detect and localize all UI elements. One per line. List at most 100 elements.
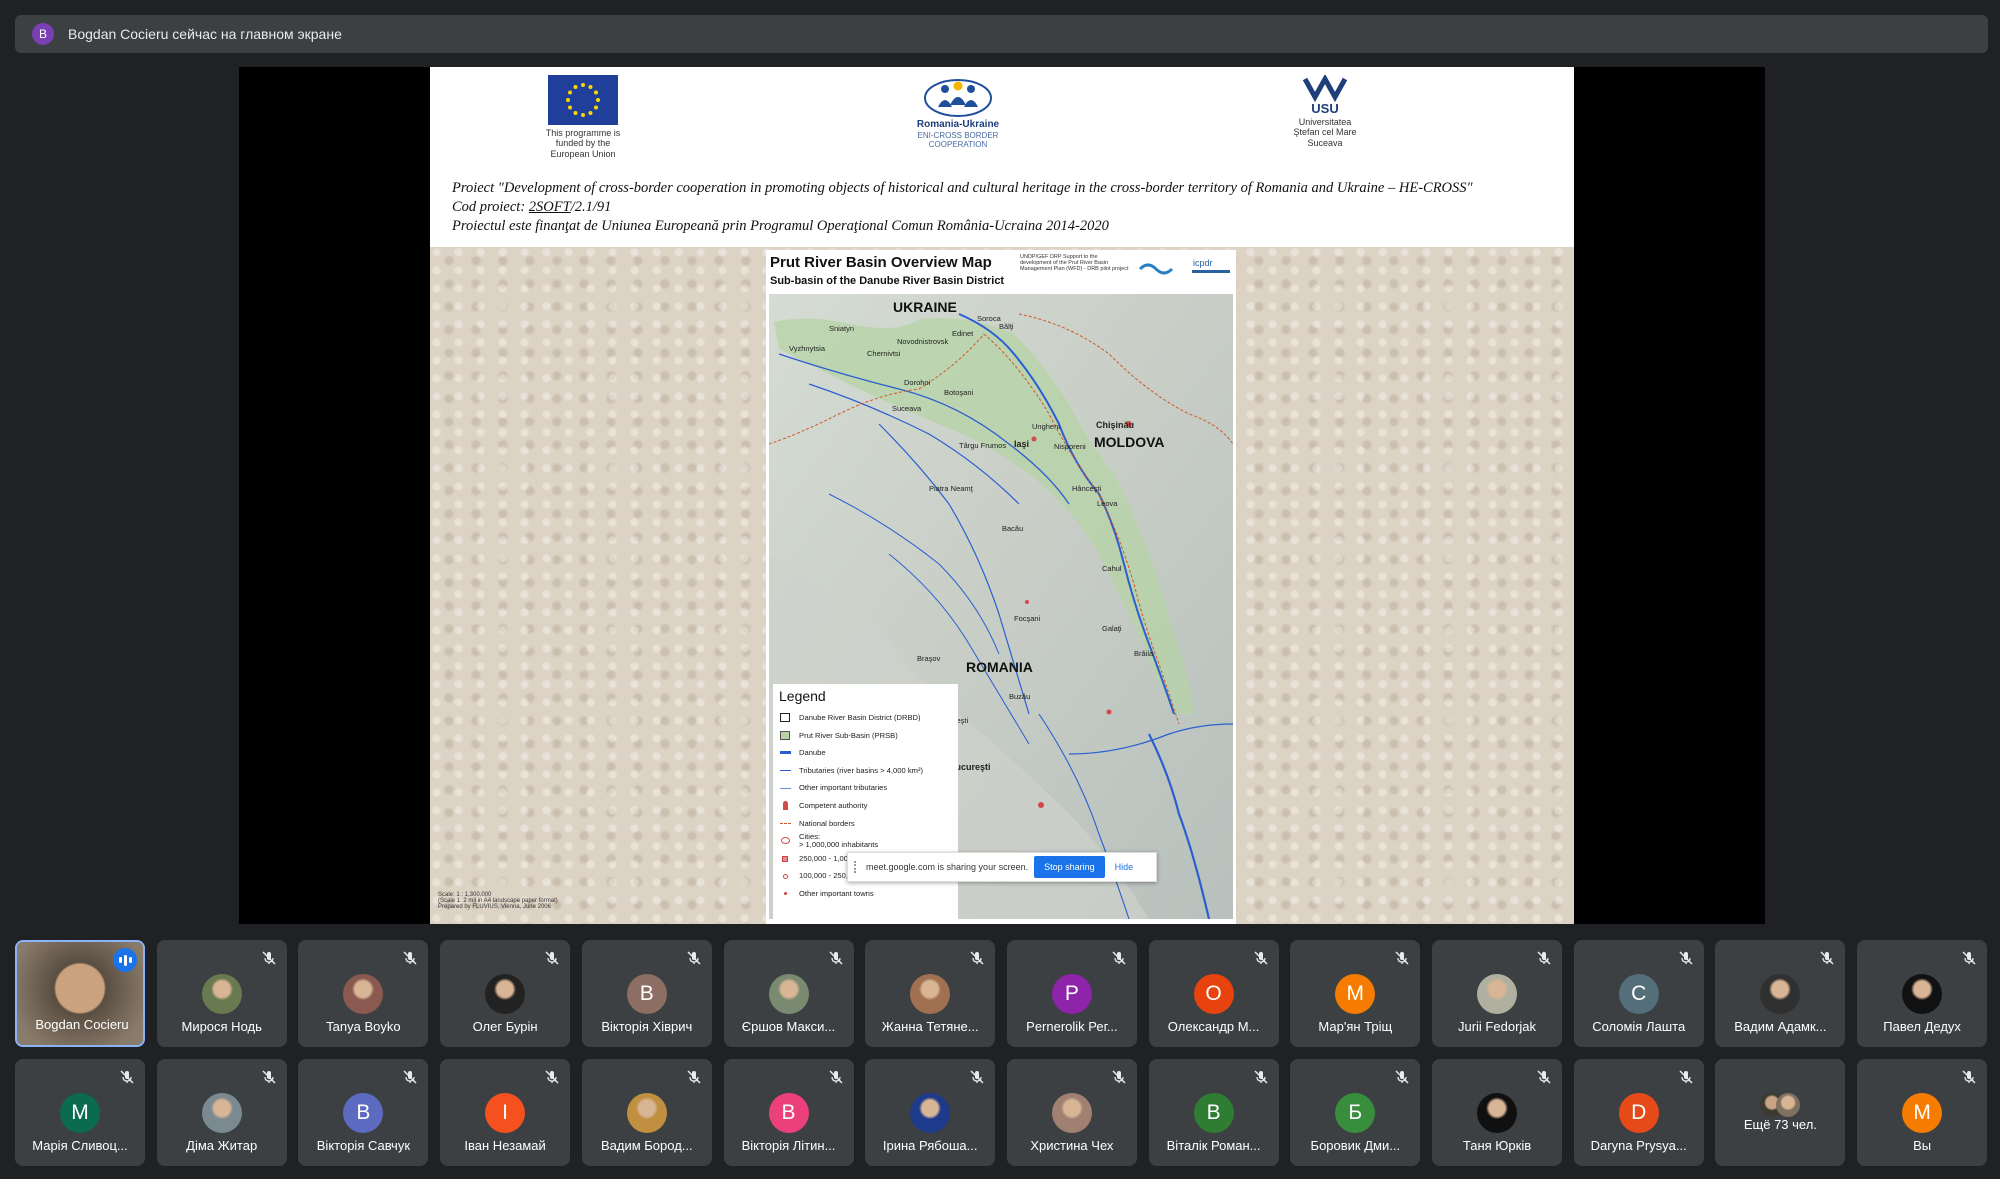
legend-item: Competent authority [779, 797, 952, 815]
legend-symbol-icon [779, 766, 791, 776]
legend-label: Danube [799, 748, 826, 758]
participant-tile[interactable]: Tanya Boyko [298, 940, 429, 1047]
city-label: Târgu Frumos [959, 441, 1007, 450]
participant-tile[interactable]: Жанна Тетяне... [865, 940, 996, 1047]
city-label: Ungheni [1032, 422, 1060, 431]
mic-off-icon [1253, 950, 1269, 966]
participant-tile[interactable]: M Мар'ян Тріщ [1290, 940, 1421, 1047]
participant-tile[interactable]: B Вікторія Літин... [723, 1059, 854, 1166]
participant-tile[interactable]: B Віталік Роман... [1148, 1059, 1279, 1166]
presentation-banner: B Bogdan Cocieru сейчас на главном экран… [15, 15, 1988, 53]
mic-off-icon [969, 1069, 985, 1085]
participant-avatar [1477, 1093, 1517, 1133]
city-label: Nisporeni [1054, 442, 1086, 451]
participant-tile[interactable]: Bogdan Cocieru [15, 940, 145, 1047]
participant-name: Діма Житар [186, 1138, 258, 1153]
project-description: Proiect "Development of cross-border coo… [452, 179, 1562, 236]
participant-avatar: Б [1335, 1093, 1376, 1133]
mic-off-icon [402, 1069, 418, 1085]
participant-name: Мирося Нодь [181, 1019, 262, 1034]
mic-off-icon [686, 950, 702, 966]
participant-tile[interactable]: Таня Юрків [1432, 1059, 1562, 1166]
participant-tile[interactable]: Ірина Рябоша... [865, 1059, 996, 1166]
mic-off-icon [1678, 1069, 1694, 1085]
legend-symbol-icon [779, 801, 791, 811]
city-label: Piatra Neamţ [929, 484, 973, 493]
map-credit: UNDP/GEF DRP Support to the development … [1020, 254, 1129, 273]
participant-avatar: B [343, 1093, 384, 1133]
legend-label: National borders [799, 818, 855, 828]
mic-off-icon [1394, 950, 1410, 966]
stop-sharing-button[interactable]: Stop sharing [1034, 856, 1105, 878]
participant-tile[interactable]: Вадим Адамк... [1715, 940, 1846, 1047]
city-label: Hânceşti [1072, 484, 1102, 493]
ro-ua-people-icon [924, 79, 992, 117]
participant-name: Єршов Макси... [741, 1019, 836, 1034]
presenter-avatar: B [32, 23, 54, 45]
participant-tile[interactable]: Павел Дедух [1857, 940, 1988, 1047]
participant-tile[interactable]: B Вікторія Савчук [298, 1059, 429, 1166]
participant-name: Вы [1913, 1138, 1932, 1153]
participant-avatar: B [768, 1093, 809, 1133]
participant-tile[interactable]: M Марія Сливоц... [15, 1059, 145, 1166]
participant-avatar [201, 974, 242, 1014]
city-label: Sniatyn [829, 324, 855, 333]
participant-tile[interactable]: Єршов Макси... [723, 940, 854, 1047]
mic-off-icon [1111, 1069, 1127, 1085]
legend-item: Danube [779, 744, 952, 762]
participant-name: Боровик Дми... [1310, 1138, 1401, 1153]
map-prepared-by: Prepared by FLUVIUS, Vienna, June 2006 [438, 904, 551, 910]
participant-avatar: O [1193, 974, 1234, 1014]
mic-off-icon [261, 950, 277, 966]
more-participants-tile[interactable]: Ещё 73 чел. [1715, 1059, 1846, 1166]
mic-off-icon [1394, 1069, 1410, 1085]
eu-flag-icon [548, 75, 618, 125]
participant-tile[interactable]: Мирося Нодь [156, 940, 287, 1047]
participant-tile[interactable]: I Іван Незамай [440, 1059, 571, 1166]
participant-tile[interactable]: D Daryna Prysya... [1573, 1059, 1704, 1166]
participant-name: Олег Бурін [472, 1019, 538, 1034]
participant-name: Jurii Fedorjak [1457, 1019, 1537, 1034]
svg-text:icpdr: icpdr [1193, 258, 1213, 268]
prut-basin-map: Prut River Basin Overview Map Sub-basin … [766, 250, 1236, 924]
mic-off-icon [969, 950, 985, 966]
hide-share-bar-button[interactable]: Hide [1111, 858, 1138, 876]
participant-avatar [910, 1093, 951, 1133]
participant-tile[interactable]: O Олександр М... [1148, 940, 1279, 1047]
participant-tile[interactable]: M Вы [1857, 1059, 1988, 1166]
participant-name: Вадим Бород... [600, 1138, 693, 1153]
city-label: Chernivtsi [867, 349, 901, 358]
mic-off-icon [1253, 1069, 1269, 1085]
participant-tile[interactable]: B Вікторія Хіврич [581, 940, 712, 1047]
legend-label: Tributaries (river basins > 4,000 km²) [799, 765, 923, 775]
project-line-3: Proiectul este finanţat de Uniunea Europ… [452, 218, 1109, 234]
participant-name: Ірина Рябоша... [882, 1138, 978, 1153]
participant-name: Pernerolik Рег... [1026, 1019, 1118, 1034]
legend-symbol-icon [779, 889, 791, 899]
participant-name: Олександр М... [1167, 1019, 1260, 1034]
participant-name: Жанна Тетяне... [881, 1019, 979, 1034]
legend-item: National borders [779, 815, 952, 833]
participant-name: Таня Юрків [1462, 1138, 1532, 1153]
ro-ua-title: Romania-Ukraine [916, 119, 1000, 130]
participant-tile[interactable]: Діма Житар [156, 1059, 287, 1166]
participant-avatar: M [1335, 974, 1376, 1014]
drag-grip-icon[interactable] [854, 861, 860, 873]
participant-tile[interactable]: P Pernerolik Рег... [1006, 940, 1137, 1047]
legend-symbol-icon [779, 818, 791, 828]
speaking-indicator-icon [113, 948, 137, 972]
participant-tile[interactable]: Олег Бурін [440, 940, 571, 1047]
participant-name: Вадим Адамк... [1734, 1019, 1827, 1034]
mic-off-icon [402, 950, 418, 966]
country-label-moldova: MOLDOVA [1094, 434, 1165, 450]
participant-tile[interactable]: C Соломія Лашта [1573, 940, 1704, 1047]
participant-tile[interactable]: Вадим Бород... [581, 1059, 712, 1166]
legend-symbol-icon [779, 854, 791, 864]
city-label: Braşov [917, 654, 941, 663]
participant-tile[interactable]: Б Боровик Дми... [1290, 1059, 1421, 1166]
legend-symbol-icon [779, 783, 791, 793]
participant-avatar [343, 974, 384, 1014]
map-legend: Legend Danube River Basin District (DRBD… [773, 684, 958, 919]
participant-tile[interactable]: Jurii Fedorjak [1432, 940, 1562, 1047]
participant-tile[interactable]: Христина Чех [1006, 1059, 1137, 1166]
